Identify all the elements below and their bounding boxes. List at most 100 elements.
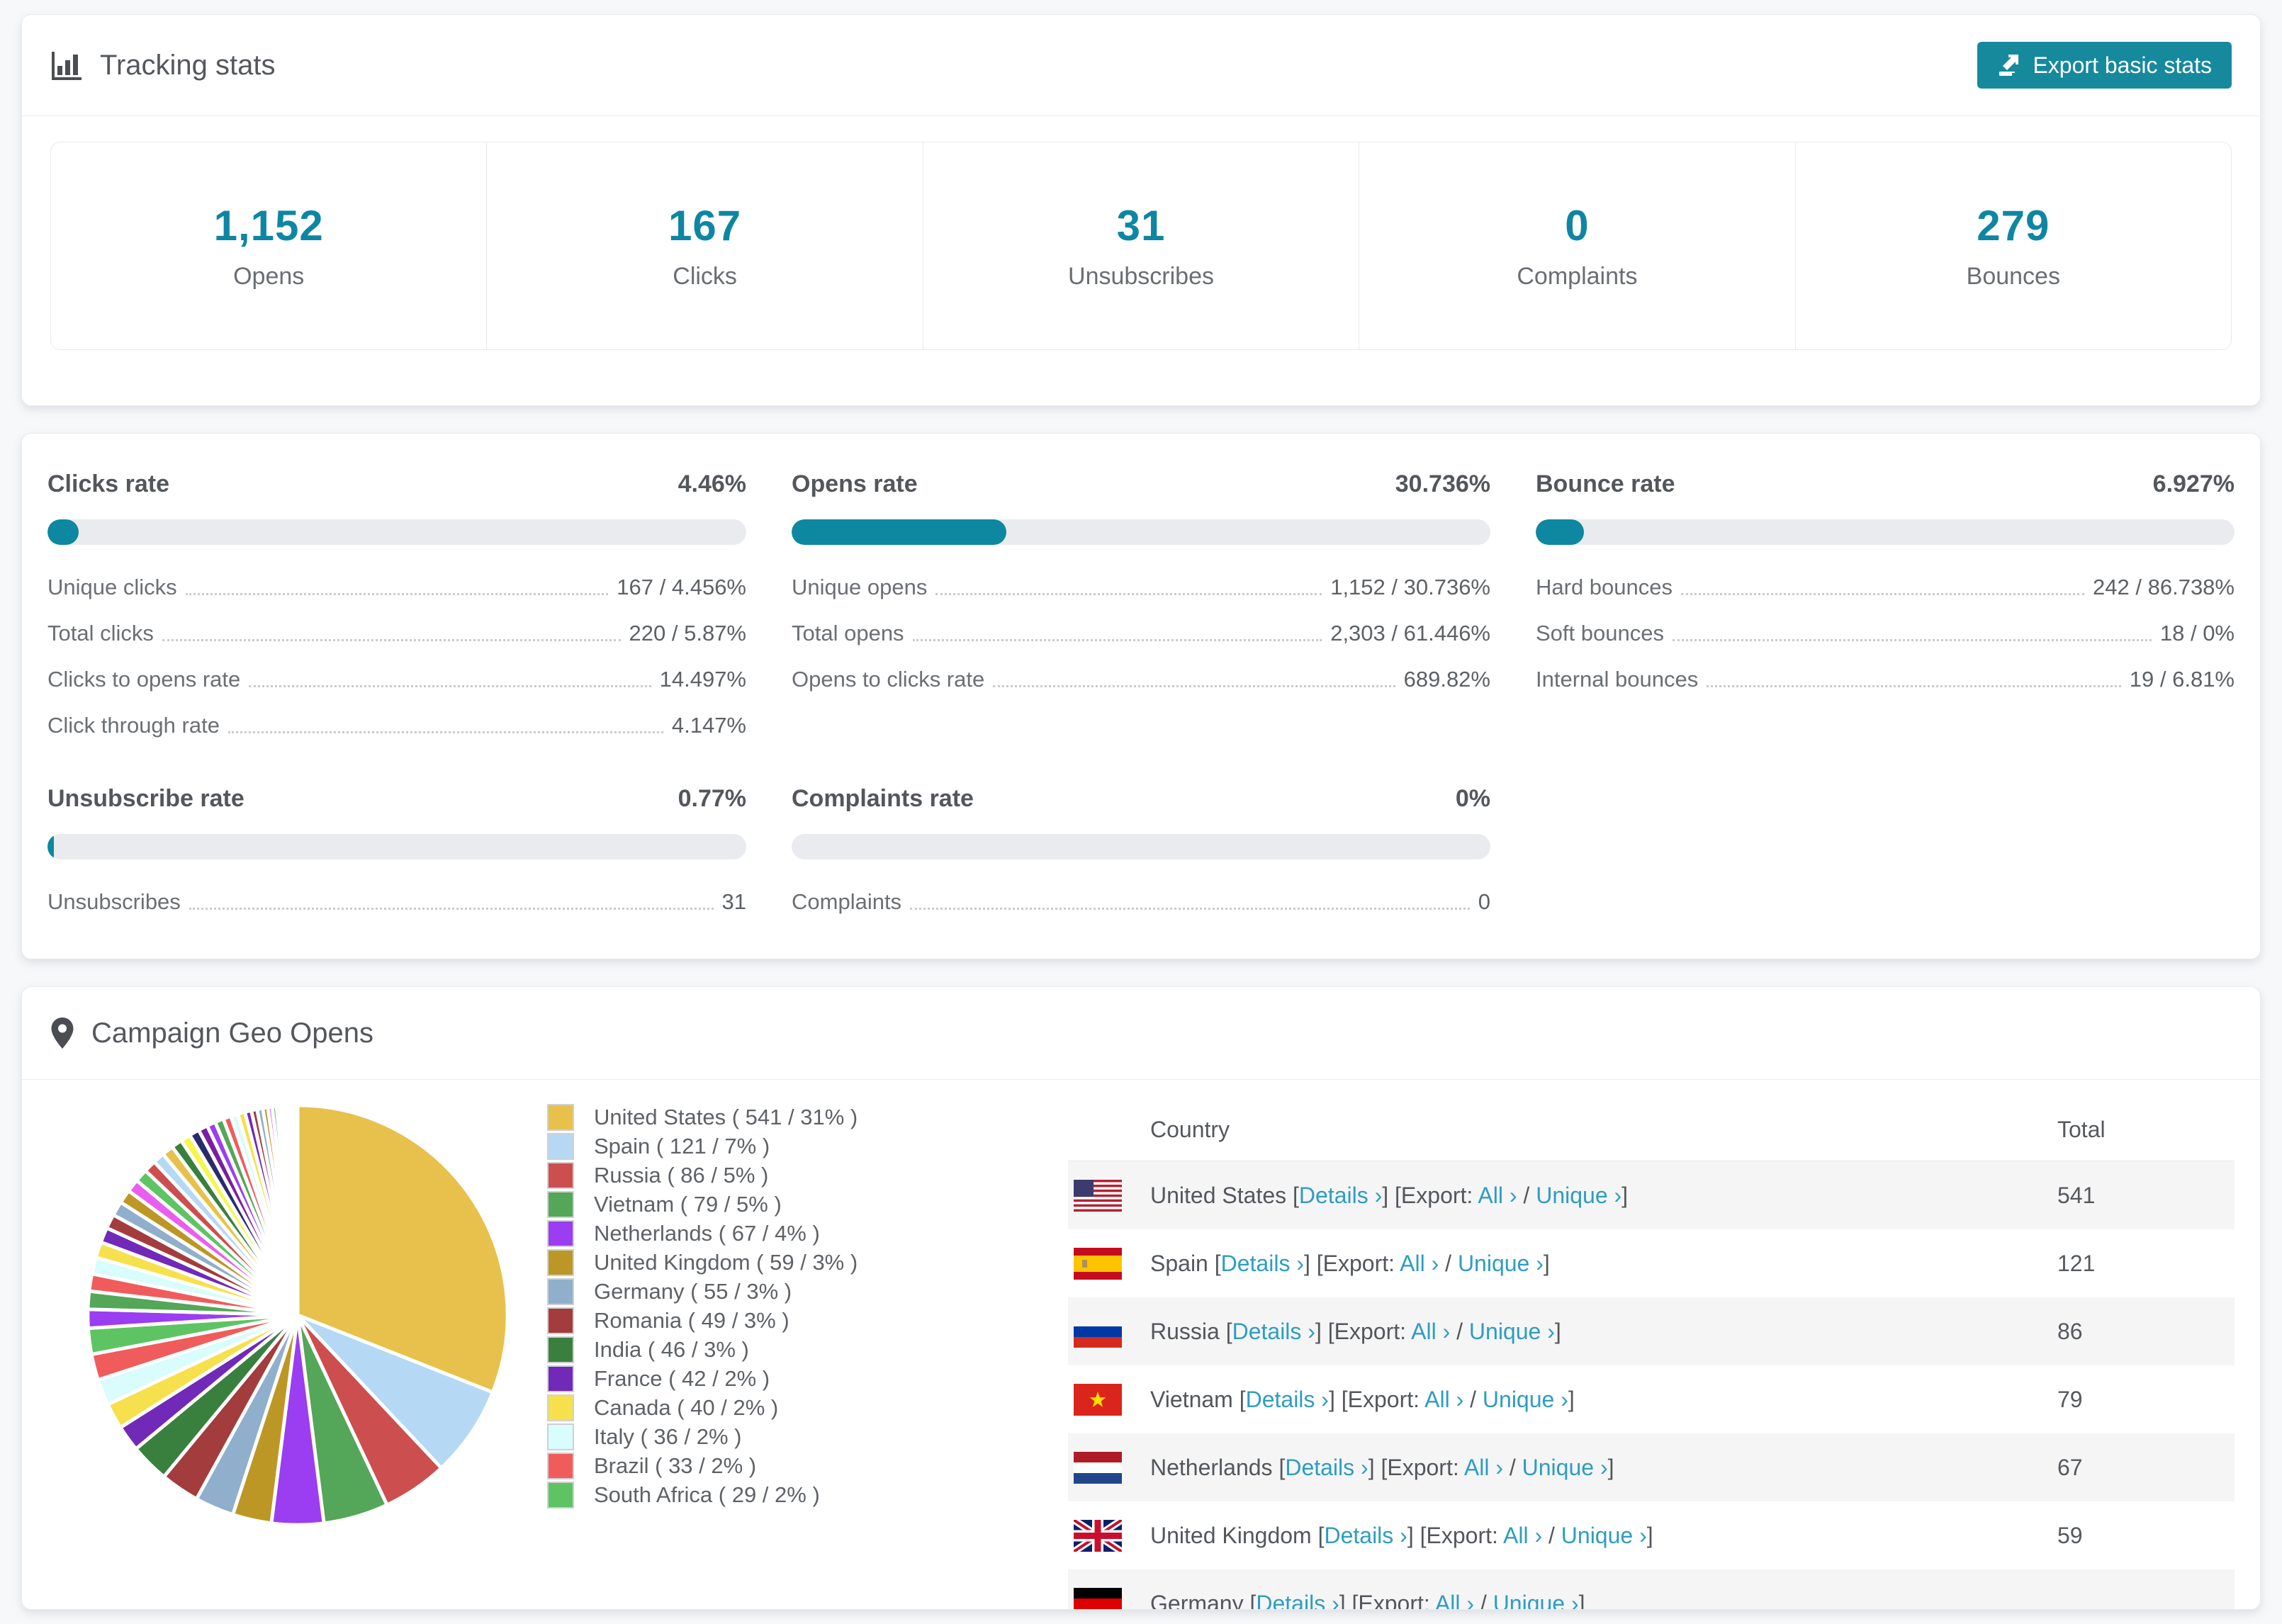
rate-row: Total clicks 220 / 5.87% xyxy=(47,621,746,646)
rate-row-value: 167 / 4.456% xyxy=(617,575,746,599)
rate-panel-complaints-rate: Complaints rate 0% Complaints 0 xyxy=(792,785,1490,915)
export-prefix: [Export: xyxy=(1395,1182,1473,1208)
legend-swatch xyxy=(547,1394,574,1421)
summary-label-opens: Opens xyxy=(233,263,305,290)
dotted-leader xyxy=(189,908,714,910)
country-name: Vietnam xyxy=(1150,1386,1233,1412)
legend-item: Italy ( 36 / 2% ) xyxy=(547,1422,1068,1451)
details-link[interactable]: Details › xyxy=(1221,1251,1304,1276)
export-all-link[interactable]: All › xyxy=(1478,1183,1517,1208)
rate-row: Internal bounces 19 / 6.81% xyxy=(1536,667,2235,692)
rate-title-row: Complaints rate 0% xyxy=(792,785,1490,813)
geo-table-row-nl: Netherlands [Details ›] [Export: All › /… xyxy=(1068,1433,2235,1501)
legend-label: South Africa ( 29 / 2% ) xyxy=(594,1482,820,1507)
dotted-leader xyxy=(185,593,609,595)
rate-value: 6.927% xyxy=(2152,470,2235,497)
details-link[interactable]: Details › xyxy=(1299,1183,1382,1208)
rate-title: Clicks rate xyxy=(47,470,169,497)
flag-cell xyxy=(1068,1451,1150,1484)
export-unique-link[interactable]: Unique › xyxy=(1493,1591,1579,1610)
details-link[interactable]: Details › xyxy=(1256,1591,1339,1610)
country-name: United States xyxy=(1150,1182,1287,1208)
total-cell: 79 xyxy=(2057,1386,2083,1412)
legend-item: Vietnam ( 79 / 5% ) xyxy=(547,1190,1068,1219)
column-header-total: Total xyxy=(2057,1116,2106,1142)
details-link[interactable]: Details › xyxy=(1285,1455,1368,1480)
export-prefix: [Export: xyxy=(1316,1250,1395,1276)
export-unique-link[interactable]: Unique › xyxy=(1536,1183,1621,1208)
legend-label: India ( 46 / 3% ) xyxy=(594,1336,749,1362)
rate-panel-bounce-rate: Bounce rate 6.927% Hard bounces 242 / 86.73… xyxy=(1536,470,2235,738)
slash: / xyxy=(1456,1318,1463,1344)
export-all-link[interactable]: All › xyxy=(1464,1455,1503,1480)
legend-item: Canada ( 40 / 2% ) xyxy=(547,1393,1068,1422)
export-all-link[interactable]: All › xyxy=(1503,1523,1542,1548)
legend-swatch xyxy=(547,1278,574,1305)
rate-row-label: Total clicks xyxy=(47,621,154,645)
export-all-link[interactable]: All › xyxy=(1424,1387,1463,1412)
bracket: [ xyxy=(1225,1318,1232,1344)
rate-row-label: Clicks to opens rate xyxy=(47,667,241,692)
details-link[interactable]: Details › xyxy=(1324,1523,1407,1548)
summary-stat-complaints: 0 Complaints xyxy=(1359,142,1794,349)
rate-title-row: Opens rate 30.736% xyxy=(792,470,1490,498)
legend-swatch xyxy=(547,1219,574,1247)
dotted-leader xyxy=(910,908,1470,910)
bracket: [ xyxy=(1239,1386,1246,1412)
bracket: ] xyxy=(1578,1590,1585,1610)
export-unique-link[interactable]: Unique › xyxy=(1483,1387,1568,1412)
legend-label: Canada ( 40 / 2% ) xyxy=(594,1394,779,1420)
progress-bar-fill xyxy=(47,519,79,545)
export-basic-stats-button[interactable]: Export basic stats xyxy=(1977,42,2232,89)
rate-row: Hard bounces 242 / 86.738% xyxy=(1536,575,2235,600)
geo-pie-chart xyxy=(47,1098,547,1609)
summary-stat-clicks: 167 Clicks xyxy=(486,142,922,349)
summary-label-clicks: Clicks xyxy=(673,263,737,290)
slash: / xyxy=(1470,1386,1477,1412)
legend-swatch xyxy=(547,1336,574,1363)
rate-row: Complaints 0 xyxy=(792,889,1490,915)
geo-title-text: Campaign Geo Opens xyxy=(91,1017,374,1049)
flag-de-icon xyxy=(1074,1587,1122,1609)
legend-swatch xyxy=(547,1190,574,1218)
legend-item: South Africa ( 29 / 2% ) xyxy=(547,1480,1068,1509)
rate-value: 30.736% xyxy=(1395,470,1490,497)
rate-row-value: 0 xyxy=(1478,889,1490,914)
details-link[interactable]: Details › xyxy=(1232,1319,1315,1344)
legend-swatch xyxy=(547,1248,574,1276)
geo-title: Campaign Geo Opens xyxy=(50,1017,373,1049)
slash: / xyxy=(1480,1590,1487,1610)
export-unique-link[interactable]: Unique › xyxy=(1522,1455,1608,1480)
legend-swatch xyxy=(547,1481,574,1509)
slash: / xyxy=(1445,1250,1452,1276)
export-all-link[interactable]: All › xyxy=(1411,1319,1450,1344)
bracket: [ xyxy=(1214,1250,1221,1276)
bracket: ] xyxy=(1328,1386,1335,1412)
progress-bar-fill xyxy=(47,834,54,859)
export-all-link[interactable]: All › xyxy=(1435,1591,1474,1610)
geo-opens-card: Campaign Geo Opens United States ( 541 /… xyxy=(21,986,2261,1610)
flag-cell xyxy=(1068,1315,1150,1348)
rate-rows: Hard bounces 242 / 86.738% Soft bounces 18 … xyxy=(1536,575,2235,692)
progress-bar-fill xyxy=(1536,519,1585,545)
legend-label: Russia ( 86 / 5% ) xyxy=(594,1162,769,1188)
export-all-link[interactable]: All › xyxy=(1400,1251,1439,1276)
rate-row: Opens to clicks rate 689.82% xyxy=(792,667,1490,692)
bracket: ] xyxy=(1382,1182,1389,1208)
country-cell: Germany [Details ›] [Export: All › / Uni… xyxy=(1150,1590,2057,1610)
rate-row-value: 2,303 / 61.446% xyxy=(1330,621,1490,645)
export-unique-link[interactable]: Unique › xyxy=(1458,1251,1544,1276)
export-unique-link[interactable]: Unique › xyxy=(1469,1319,1555,1344)
details-link[interactable]: Details › xyxy=(1246,1387,1329,1412)
progress-bar-track xyxy=(1536,519,2235,545)
progress-bar-track xyxy=(47,834,746,859)
rate-row-value: 18 / 0% xyxy=(2159,621,2235,645)
rate-row: Unsubscribes 31 xyxy=(47,889,746,915)
export-unique-link[interactable]: Unique › xyxy=(1561,1523,1647,1548)
bracket: ] xyxy=(1407,1522,1414,1548)
flag-ru-icon xyxy=(1074,1315,1122,1348)
legend-label: Italy ( 36 / 2% ) xyxy=(594,1423,742,1449)
bracket: [ xyxy=(1278,1454,1286,1480)
export-prefix: [Export: xyxy=(1341,1386,1420,1412)
column-header-country: Country xyxy=(1150,1116,1230,1142)
